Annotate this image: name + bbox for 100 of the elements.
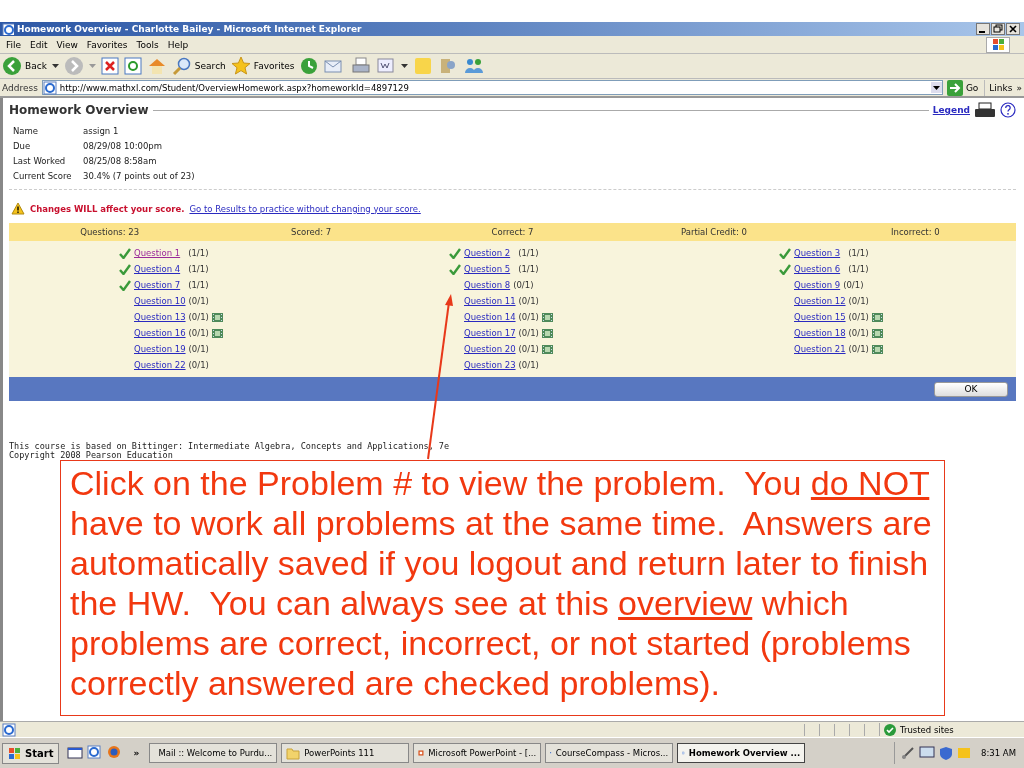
question-score: (1/1): [518, 264, 539, 274]
question-link[interactable]: Question 10: [134, 296, 186, 306]
question-link[interactable]: Question 9: [794, 280, 841, 290]
question-link[interactable]: Question 12: [794, 296, 846, 306]
question-link[interactable]: Question 20: [464, 344, 516, 354]
film-icon[interactable]: [211, 312, 223, 322]
question-link[interactable]: Question 14: [464, 312, 516, 322]
ok-button[interactable]: OK: [934, 381, 1008, 397]
shield-icon[interactable]: [939, 746, 954, 760]
film-icon[interactable]: [871, 312, 883, 322]
menu-item[interactable]: File: [3, 39, 25, 50]
question-link[interactable]: Question 3: [794, 248, 841, 258]
detail-value: 08/25/08 8:58am: [83, 156, 158, 166]
chevron-button[interactable]: »: [133, 748, 140, 758]
film-icon[interactable]: [541, 344, 553, 354]
menu-item[interactable]: Edit: [27, 39, 51, 50]
film-icon[interactable]: [871, 328, 883, 338]
question-score: (1/1): [518, 248, 539, 258]
monitor-icon[interactable]: [919, 746, 936, 760]
clock: 8:31 AM: [981, 748, 1016, 758]
detail-value: assign 1: [83, 126, 120, 136]
question-link[interactable]: Question 13: [134, 312, 186, 322]
printer-icon[interactable]: [974, 102, 996, 118]
question-link[interactable]: Question 17: [464, 328, 516, 338]
question-link[interactable]: Question 6: [794, 264, 841, 274]
question-score: (0/1): [518, 312, 539, 322]
go-button[interactable]: Go: [946, 79, 986, 96]
detail-label: Name: [13, 126, 40, 136]
question-link[interactable]: Question 8: [464, 280, 511, 290]
menu-item[interactable]: View: [53, 39, 81, 50]
minimize-icon[interactable]: [976, 23, 990, 35]
question-link[interactable]: Question 21: [794, 344, 846, 354]
question-score: (0/1): [188, 360, 209, 370]
question-score: (1/1): [188, 248, 209, 258]
question-link[interactable]: Question 7: [134, 280, 181, 290]
document-icon[interactable]: [376, 57, 397, 75]
back-button[interactable]: Back: [2, 56, 47, 76]
question-score: (0/1): [518, 360, 539, 370]
security-zone: Trusted sites: [879, 723, 1024, 736]
film-icon[interactable]: [871, 344, 883, 354]
taskbar-button[interactable]: PowerPoints 111: [281, 743, 410, 763]
taskbar-button[interactable]: Homework Overview ...: [677, 743, 806, 763]
question-link[interactable]: Question 5: [464, 264, 511, 274]
question-link[interactable]: Question 2: [464, 248, 511, 258]
favorites-button[interactable]: Favorites: [230, 56, 295, 76]
folder-icon: [286, 746, 301, 760]
detail-value: 08/29/08 10:00pm: [83, 141, 164, 151]
search-icon: [171, 56, 192, 76]
question-score: (0/1): [188, 344, 209, 354]
messenger-icon[interactable]: [463, 56, 486, 76]
history-icon[interactable]: [299, 56, 320, 76]
summary-stat: Questions: 23: [79, 227, 141, 237]
taskbar-button[interactable]: Mail :: Welcome to Purdu...: [149, 743, 278, 763]
question-link[interactable]: Question 23: [464, 360, 516, 370]
dropdown-caret-icon[interactable]: [51, 64, 59, 68]
summary-stat: Partial Credit: 0: [679, 227, 748, 237]
taskbar-button[interactable]: CourseCompass - Micros...: [545, 743, 674, 763]
taskbar-button[interactable]: Microsoft PowerPoint - [...: [413, 743, 542, 763]
menu-item[interactable]: Help: [164, 39, 192, 50]
question-link[interactable]: Question 16: [134, 328, 186, 338]
film-icon[interactable]: [211, 328, 223, 338]
question-link[interactable]: Question 11: [464, 296, 516, 306]
window-title: Homework Overview - Charlotte Bailey - Microsoft Internet Explorer: [17, 24, 362, 34]
question-link[interactable]: Question 19: [134, 344, 186, 354]
question-score: (0/1): [843, 280, 864, 290]
network-icon[interactable]: [901, 746, 916, 760]
chevron-button[interactable]: »: [1016, 82, 1022, 93]
question-score: (1/1): [848, 248, 869, 258]
close-icon[interactable]: [1006, 23, 1020, 35]
results-link[interactable]: Go to Results to practice without changing your score.: [189, 203, 421, 214]
question-link[interactable]: Question 1: [134, 248, 181, 258]
stop-icon[interactable]: [100, 57, 119, 75]
links-button[interactable]: Links: [989, 82, 1013, 93]
star-icon: [230, 56, 251, 76]
question-link[interactable]: Question 4: [134, 264, 181, 274]
film-icon[interactable]: [541, 328, 553, 338]
question-link[interactable]: Question 22: [134, 360, 186, 370]
menu-item[interactable]: Favorites: [83, 39, 131, 50]
question-score: (1/1): [188, 280, 209, 290]
legend-link[interactable]: Legend: [932, 105, 970, 115]
go-arrow-icon: [946, 79, 963, 96]
start-button[interactable]: Start: [2, 742, 60, 764]
dropdown-caret-icon[interactable]: [401, 64, 409, 68]
address-field[interactable]: http://www.mathxl.com/Student/OverviewHomework.aspx?homeworkId=4897129: [41, 80, 943, 95]
question-link[interactable]: Question 15: [794, 312, 846, 322]
search-button[interactable]: Search: [171, 56, 226, 76]
detail-value: 30.4% (7 points out of 23): [83, 171, 195, 181]
dropdown-caret-icon[interactable]: [932, 85, 940, 90]
address-label: Address: [2, 82, 38, 93]
film-icon[interactable]: [541, 312, 553, 322]
callout-text: Click on the Problem # to view the problem. You do NOT have to work all problems at the same time. Answers are automatically saved if you logout and return later to finish the HW. You can always see at this overview which problems are correct, incorrect, or not started (problems correctly answered are checked problems).: [70, 463, 933, 703]
menu-item[interactable]: Tools: [133, 39, 162, 50]
help-icon[interactable]: [1000, 102, 1016, 118]
question-score: (0/1): [513, 280, 534, 290]
refresh-icon[interactable]: [123, 57, 142, 75]
ie-icon[interactable]: [87, 745, 104, 761]
question-score: (1/1): [848, 264, 869, 274]
question-link[interactable]: Question 18: [794, 328, 846, 338]
desktop-icon[interactable]: [67, 746, 84, 760]
restore-icon[interactable]: [991, 23, 1005, 35]
